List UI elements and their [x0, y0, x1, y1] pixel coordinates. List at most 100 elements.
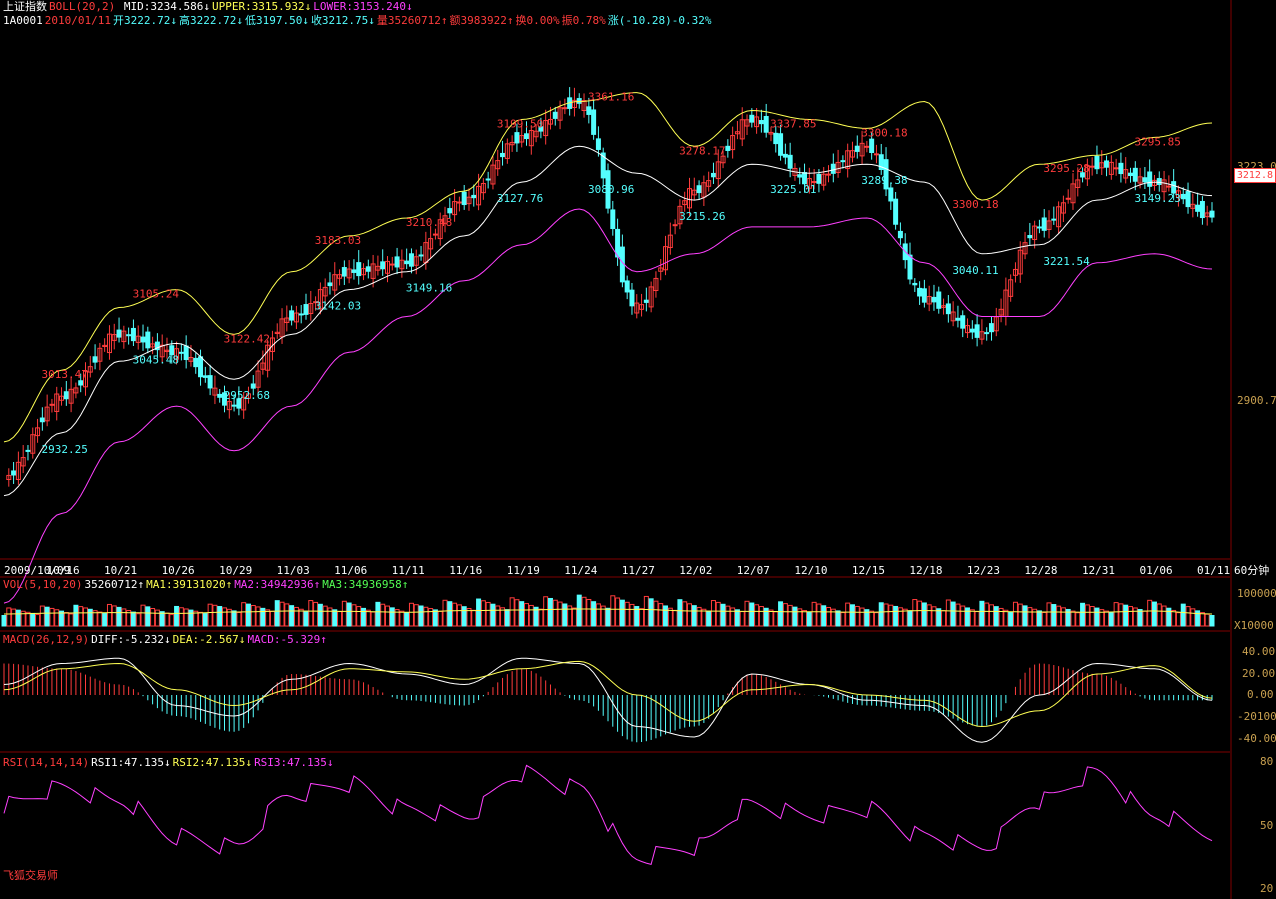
candle-body: [615, 228, 621, 258]
volume-bar: [1113, 602, 1119, 627]
candle-body: [931, 296, 937, 303]
low-annotation: 2952.68: [224, 389, 270, 402]
candle-body: [298, 313, 304, 316]
volume-bar: [293, 606, 299, 627]
candle-body: [116, 329, 122, 338]
volume-bar: [217, 606, 223, 627]
volume-bar: [1084, 604, 1090, 627]
volume-bar: [1027, 607, 1033, 627]
candle-body: [936, 291, 942, 309]
volume-bar: [893, 605, 899, 627]
candle-body: [327, 282, 333, 287]
volume-bar: [231, 610, 237, 627]
candle-body: [39, 417, 45, 423]
volume-bar: [624, 601, 630, 627]
volume-bar: [178, 607, 184, 627]
volume-bar: [198, 611, 204, 627]
volume-bar: [648, 598, 654, 627]
volume-bar: [452, 602, 458, 627]
volume-bar: [710, 600, 716, 627]
candle-body: [1195, 204, 1201, 212]
volume-bar: [1051, 604, 1057, 627]
rsi-line: [3, 764, 1213, 866]
candle-body: [524, 133, 530, 140]
volume-bar: [30, 612, 36, 627]
volume-bar: [907, 610, 913, 627]
candle-body: [365, 266, 371, 272]
volume-bar: [691, 605, 697, 627]
volume-bar: [188, 609, 194, 627]
volume-bar: [754, 604, 760, 627]
volume-bar: [835, 610, 841, 627]
volume-bar: [164, 612, 170, 627]
volume-bar: [346, 602, 352, 627]
candle-body: [830, 163, 836, 174]
high-annotation: 3122.42: [224, 332, 270, 345]
rsi-axis-50: 50: [1260, 819, 1274, 832]
candle-body: [782, 153, 788, 158]
volume-bar: [1017, 603, 1023, 627]
candle-body: [888, 187, 894, 202]
volume-bar: [423, 606, 429, 627]
volume-bar: [202, 613, 208, 627]
candle-body: [418, 254, 424, 257]
volume-bar: [1204, 613, 1210, 627]
volume-bar: [97, 611, 103, 627]
high-annotation: 3295.85: [1134, 135, 1180, 148]
volume-bar: [816, 603, 822, 627]
candle-body: [1113, 167, 1119, 170]
date-axis-label: 12/28: [1024, 564, 1058, 577]
low-annotation: 3215.26: [679, 210, 725, 223]
date-axis-label: 12/10: [794, 564, 828, 577]
volume-bar: [169, 614, 175, 627]
volume-bar: [811, 601, 817, 627]
date-axis-label: 11/24: [564, 564, 598, 577]
macd-dea: DEA:-2.567↓: [172, 633, 246, 646]
candle-body: [92, 356, 98, 363]
candle-body: [183, 345, 189, 361]
volume-bar: [988, 604, 994, 627]
volume-bar: [255, 606, 261, 627]
volume-bar: [1008, 611, 1014, 627]
candle-body: [63, 391, 69, 400]
candle-body: [25, 449, 31, 452]
volume-bar: [504, 609, 510, 627]
volume-bar: [1132, 607, 1138, 627]
candle-body: [974, 324, 980, 338]
candle-body: [126, 334, 132, 337]
candle-body: [1166, 185, 1172, 188]
macd-axis-2: 0.00: [1247, 688, 1274, 701]
volume-bar: [888, 604, 894, 627]
volume-bar: [571, 607, 577, 627]
volume-bar: [241, 602, 247, 627]
volume-bar: [576, 594, 582, 627]
candle-body: [912, 282, 918, 286]
candle-body: [893, 198, 899, 225]
volume-bar: [749, 602, 755, 627]
volume-bar: [265, 609, 271, 627]
volume-bar: [778, 601, 784, 627]
low-annotation: 3127.76: [497, 192, 543, 205]
volume-bar: [68, 613, 74, 627]
rsi-2: RSI2:47.135↓: [172, 756, 253, 769]
volume-bar: [222, 607, 228, 627]
candle-body: [11, 470, 17, 476]
vol-axis-unit: X10000: [1234, 619, 1274, 632]
volume-bar: [269, 610, 275, 627]
candle-body: [351, 269, 357, 273]
volume-bar: [442, 599, 448, 627]
period-label[interactable]: 60分钟: [1234, 565, 1269, 577]
rsi-label: RSI(14,14,14): [3, 756, 90, 769]
candle-body: [341, 267, 347, 277]
volume-bar: [763, 607, 769, 627]
low-annotation: 3045.48: [133, 353, 179, 366]
volume-bar: [869, 610, 875, 627]
volume-bar: [696, 606, 702, 627]
volume-bar: [404, 612, 410, 627]
volume-bar: [768, 609, 774, 627]
volume-bar: [413, 604, 419, 627]
rsi-axis-80: 80: [1260, 755, 1274, 768]
volume-bar: [11, 608, 17, 627]
candle-body: [595, 138, 601, 150]
volume-bar: [955, 603, 961, 627]
